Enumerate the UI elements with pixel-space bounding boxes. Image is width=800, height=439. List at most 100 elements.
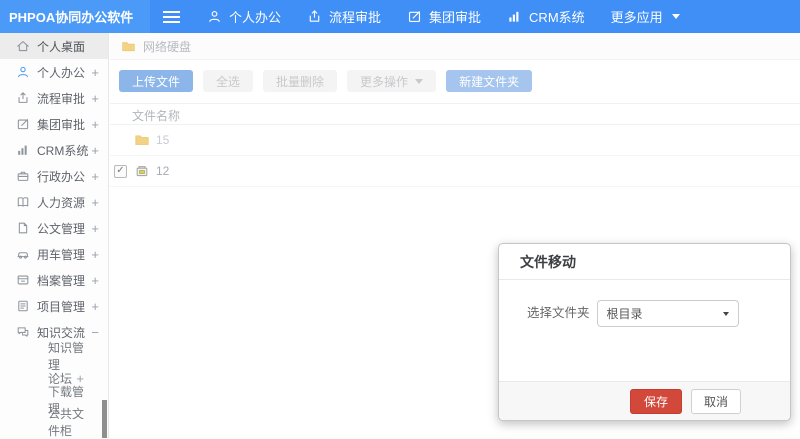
chat-icon (16, 325, 30, 339)
sidebar-subitem-4[interactable]: 公共文件柜 (0, 407, 108, 438)
project-icon (16, 299, 30, 313)
sidebar-item-8[interactable]: 公文管理 + (0, 215, 108, 241)
sidebar-item-label: 知识交流 (37, 325, 86, 340)
checkbox-cell: ✓ (114, 164, 134, 178)
topnav-item-label: 个人办公 (229, 10, 282, 25)
save-button[interactable]: 保存 (629, 388, 682, 414)
sidebar-item-2[interactable]: 个人办公 + (0, 59, 108, 85)
sidebar-item-1[interactable]: 个人桌面 (0, 33, 108, 59)
file-toolbar: 上传文件 全选 批量删除 更多操作 新建文件夹 (110, 60, 800, 104)
topnav-item-2[interactable]: 流程审批 (294, 0, 394, 33)
sidebar: 个人桌面 个人办公 + 流程审批 + 集团审批 + CRM系统 + 行政办公 + 人力资源 + 公文管理 +… (0, 33, 109, 438)
sidebar-item-label: 个人桌面 (37, 39, 86, 54)
edit-icon (16, 117, 30, 131)
drive-icon (134, 163, 150, 179)
collapse-minus-icon[interactable]: − (91, 326, 99, 339)
folder-select[interactable]: 根目录 (596, 300, 739, 327)
top-bar: PHPOA协同办公软件 个人办公 流程审批 集团审批 CRM系统 更多应用 (0, 0, 800, 33)
sidebar-item-11[interactable]: 项目管理 + (0, 293, 108, 319)
topnav-item-label: 流程审批 (329, 10, 382, 25)
topnav-item-5[interactable]: 更多应用 (598, 0, 693, 33)
process-icon (307, 9, 322, 24)
toolbar-button-label: 新建文件夹 (459, 74, 520, 89)
user-icon (207, 9, 222, 24)
book-icon (16, 195, 30, 209)
topnav-item-label: CRM系统 (529, 10, 585, 25)
sidebar-item-label: 集团审批 (37, 117, 86, 132)
sidebar-scrollbar[interactable] (102, 400, 107, 438)
chevron-down-icon (722, 311, 729, 316)
expand-plus-icon[interactable]: + (91, 170, 99, 183)
expand-plus-icon[interactable]: + (91, 118, 99, 131)
sidebar-item-label: 行政办公 (37, 169, 86, 184)
breadcrumb: 网络硬盘 (110, 33, 800, 60)
folder-select-value: 根目录 (606, 307, 643, 321)
edit-icon (407, 9, 422, 24)
sidebar-item-7[interactable]: 人力资源 + (0, 189, 108, 215)
sidebar-item-label: 流程审批 (37, 91, 86, 106)
sidebar-item-5[interactable]: CRM系统 + (0, 137, 108, 163)
doc-icon (16, 221, 30, 235)
file-name: 12 (156, 164, 170, 178)
table-header-file-name: 文件名称 (110, 106, 800, 125)
chart-icon (507, 9, 522, 24)
topnav-item-3[interactable]: 集团审批 (394, 0, 494, 33)
sidebar-item-4[interactable]: 集团审批 + (0, 111, 108, 137)
sidebar-subitem-1[interactable]: 知识管理 (0, 341, 108, 372)
file-row[interactable]: 15 (110, 125, 800, 156)
top-nav: 个人办公 流程审批 集团审批 CRM系统 更多应用 (194, 0, 693, 33)
chart-icon (16, 143, 30, 157)
briefcase-icon (16, 169, 30, 183)
toolbar-button-5[interactable]: 新建文件夹 (446, 70, 533, 92)
breadcrumb-label: 网络硬盘 (143, 39, 192, 54)
file-row[interactable]: ✓ 12 (110, 156, 800, 187)
expand-plus-icon[interactable]: + (91, 144, 99, 157)
user-icon (16, 65, 30, 79)
select-folder-label: 选择文件夹 (527, 306, 590, 320)
home-icon (16, 39, 30, 53)
topnav-item-label: 集团审批 (429, 10, 482, 25)
chevron-down-icon (671, 14, 680, 19)
sidebar-item-label: 用车管理 (37, 247, 86, 262)
expand-plus-icon[interactable]: + (91, 196, 99, 209)
sidebar-item-label: 公文管理 (37, 221, 86, 236)
toolbar-button-3[interactable]: 批量删除 (263, 70, 338, 92)
sidebar-item-label: 个人办公 (37, 65, 86, 80)
toolbar-button-label: 全选 (216, 74, 241, 89)
sidebar-item-label: CRM系统 (37, 143, 89, 158)
sidebar-item-6[interactable]: 行政办公 + (0, 163, 108, 189)
toolbar-button-1[interactable]: 上传文件 (119, 70, 194, 92)
sidebar-subitem-label: 知识管理 (48, 341, 85, 372)
toolbar-button-label: 批量删除 (276, 74, 325, 89)
sidebar-item-label: 档案管理 (37, 273, 86, 288)
sidebar-item-10[interactable]: 档案管理 + (0, 267, 108, 293)
toolbar-button-4[interactable]: 更多操作 (347, 70, 437, 92)
topnav-item-1[interactable]: 个人办公 (194, 0, 294, 33)
car-icon (16, 247, 30, 261)
expand-plus-icon[interactable]: + (91, 300, 99, 313)
expand-plus-icon[interactable]: + (91, 66, 99, 79)
process-icon (16, 91, 30, 105)
chevron-down-icon (415, 78, 424, 84)
expand-plus-icon[interactable]: + (91, 92, 99, 105)
file-name: 15 (156, 133, 170, 147)
expand-plus-icon[interactable]: + (91, 274, 99, 287)
hamburger-menu-icon[interactable] (163, 10, 180, 23)
file-move-dialog: 文件移动 选择文件夹 根目录 保存 取消 (498, 243, 791, 421)
topnav-item-4[interactable]: CRM系统 (494, 0, 598, 33)
sidebar-item-3[interactable]: 流程审批 + (0, 85, 108, 111)
archive-icon (16, 273, 30, 287)
dialog-title: 文件移动 (499, 244, 790, 280)
toolbar-button-label: 上传文件 (132, 74, 181, 89)
cancel-button[interactable]: 取消 (690, 388, 741, 414)
topnav-item-label: 更多应用 (610, 10, 663, 25)
folder-icon (134, 132, 150, 148)
sidebar-subitem-label: 公共文件柜 (48, 407, 85, 438)
sidebar-item-9[interactable]: 用车管理 + (0, 241, 108, 267)
toolbar-button-2[interactable]: 全选 (203, 70, 254, 92)
toolbar-button-label: 更多操作 (360, 74, 409, 89)
expand-plus-icon[interactable]: + (91, 248, 99, 261)
expand-plus-icon[interactable]: + (91, 222, 99, 235)
row-checkbox[interactable]: ✓ (114, 164, 127, 178)
sidebar-item-label: 人力资源 (37, 195, 86, 210)
